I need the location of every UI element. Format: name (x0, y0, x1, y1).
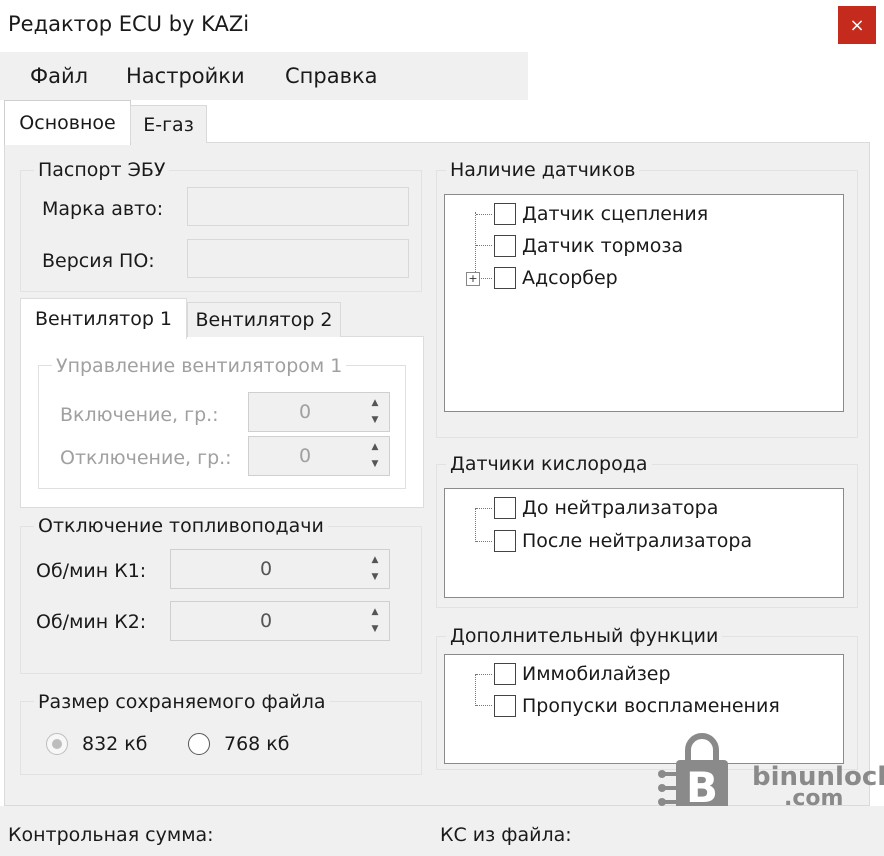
svg-text:B: B (686, 763, 718, 812)
checkbox-after-catalyst[interactable] (494, 530, 516, 552)
radio-832kb[interactable] (46, 733, 68, 755)
car-brand-field[interactable] (187, 187, 409, 226)
fan-off-label: Отключение, гр.: (60, 447, 232, 469)
radio-768kb[interactable] (188, 733, 210, 755)
misfire-label: Пропуски воспламенения (522, 695, 780, 717)
checksum-label: Контрольная сумма: (8, 824, 214, 846)
after-catalyst-label: После нейтрализатора (522, 530, 753, 552)
menu-help[interactable]: Справка (285, 64, 378, 88)
fan-off-stepper[interactable]: 0 ▲ ▼ (248, 436, 390, 476)
sensors-tree (444, 194, 844, 412)
spin-up-icon[interactable]: ▲ (364, 439, 386, 455)
tab-main[interactable]: Основное (4, 100, 131, 145)
radio-832kb-label: 832 кб (82, 733, 148, 755)
spin-down-icon[interactable]: ▼ (364, 456, 386, 472)
adsorber-label: Адсорбер (522, 267, 618, 289)
tab-fan-2[interactable]: Вентилятор 2 (187, 302, 341, 337)
checkbox-brake-sensor[interactable] (494, 235, 516, 257)
tree-line (476, 541, 492, 542)
spin-up-icon[interactable]: ▲ (364, 395, 386, 411)
spin-up-icon[interactable]: ▲ (364, 552, 386, 568)
expand-plus-icon[interactable]: + (466, 272, 480, 286)
car-brand-label: Марка авто: (42, 198, 164, 220)
menu-settings[interactable]: Настройки (126, 64, 245, 88)
brake-sensor-label: Датчик тормоза (522, 235, 684, 257)
rpm-k1-label: Об/мин К1: (36, 560, 147, 582)
tree-line (476, 245, 492, 246)
fan-on-label: Включение, гр.: (60, 404, 219, 426)
spin-down-icon[interactable]: ▼ (364, 621, 386, 637)
file-size-title: Размер сохраняемого файла (34, 691, 330, 713)
tree-line (475, 508, 476, 542)
spin-down-icon[interactable]: ▼ (364, 569, 386, 585)
radio-768kb-label: 768 кб (224, 733, 290, 755)
checkbox-adsorber[interactable] (494, 267, 516, 289)
immobilizer-label: Иммобилайзер (522, 663, 671, 685)
checkbox-before-catalyst[interactable] (494, 497, 516, 519)
checkbox-clutch-sensor[interactable] (494, 203, 516, 225)
fan-on-stepper[interactable]: 0 ▲ ▼ (248, 392, 390, 432)
close-icon: × (849, 14, 865, 36)
tree-line (476, 674, 492, 675)
fan-control-title: Управление вентилятором 1 (52, 355, 347, 377)
rpm-k2-label: Об/мин К2: (36, 611, 147, 633)
menu-file[interactable]: Файл (30, 64, 88, 88)
software-version-label: Версия ПО: (42, 250, 155, 272)
file-checksum-label: КС из файла: (440, 824, 572, 846)
rpm-k2-value: 0 (259, 610, 273, 632)
spin-down-icon[interactable]: ▼ (364, 412, 386, 428)
fuel-cut-title: Отключение топливоподачи (34, 515, 328, 537)
software-version-field[interactable] (187, 239, 409, 278)
spin-up-icon[interactable]: ▲ (364, 604, 386, 620)
window-title: Редактор ECU by KAZi (8, 12, 250, 36)
tree-line (476, 214, 492, 215)
oxygen-title: Датчики кислорода (446, 453, 652, 475)
checkbox-misfire[interactable] (494, 695, 516, 717)
tree-line (481, 278, 492, 279)
close-button[interactable]: × (838, 6, 876, 44)
rpm-k1-stepper[interactable]: 0 ▲ ▼ (170, 549, 390, 589)
extra-functions-title: Дополнительный функции (446, 625, 723, 647)
sensors-title: Наличие датчиков (446, 159, 640, 181)
clutch-sensor-label: Датчик сцепления (522, 203, 709, 225)
tab-e-gas[interactable]: E-газ (130, 105, 207, 143)
tree-line (476, 508, 492, 509)
tab-fan-1[interactable]: Вентилятор 1 (20, 298, 187, 339)
tree-line (476, 705, 492, 706)
checkbox-immobilizer[interactable] (494, 663, 516, 685)
rpm-k2-stepper[interactable]: 0 ▲ ▼ (170, 601, 390, 641)
tree-line (475, 674, 476, 706)
passport-title: Паспорт ЭБУ (34, 159, 170, 181)
before-catalyst-label: До нейтрализатора (522, 497, 719, 519)
lock-logo-icon: B (658, 733, 728, 812)
watermark-logo: B (654, 730, 750, 814)
rpm-k1-value: 0 (259, 558, 273, 580)
